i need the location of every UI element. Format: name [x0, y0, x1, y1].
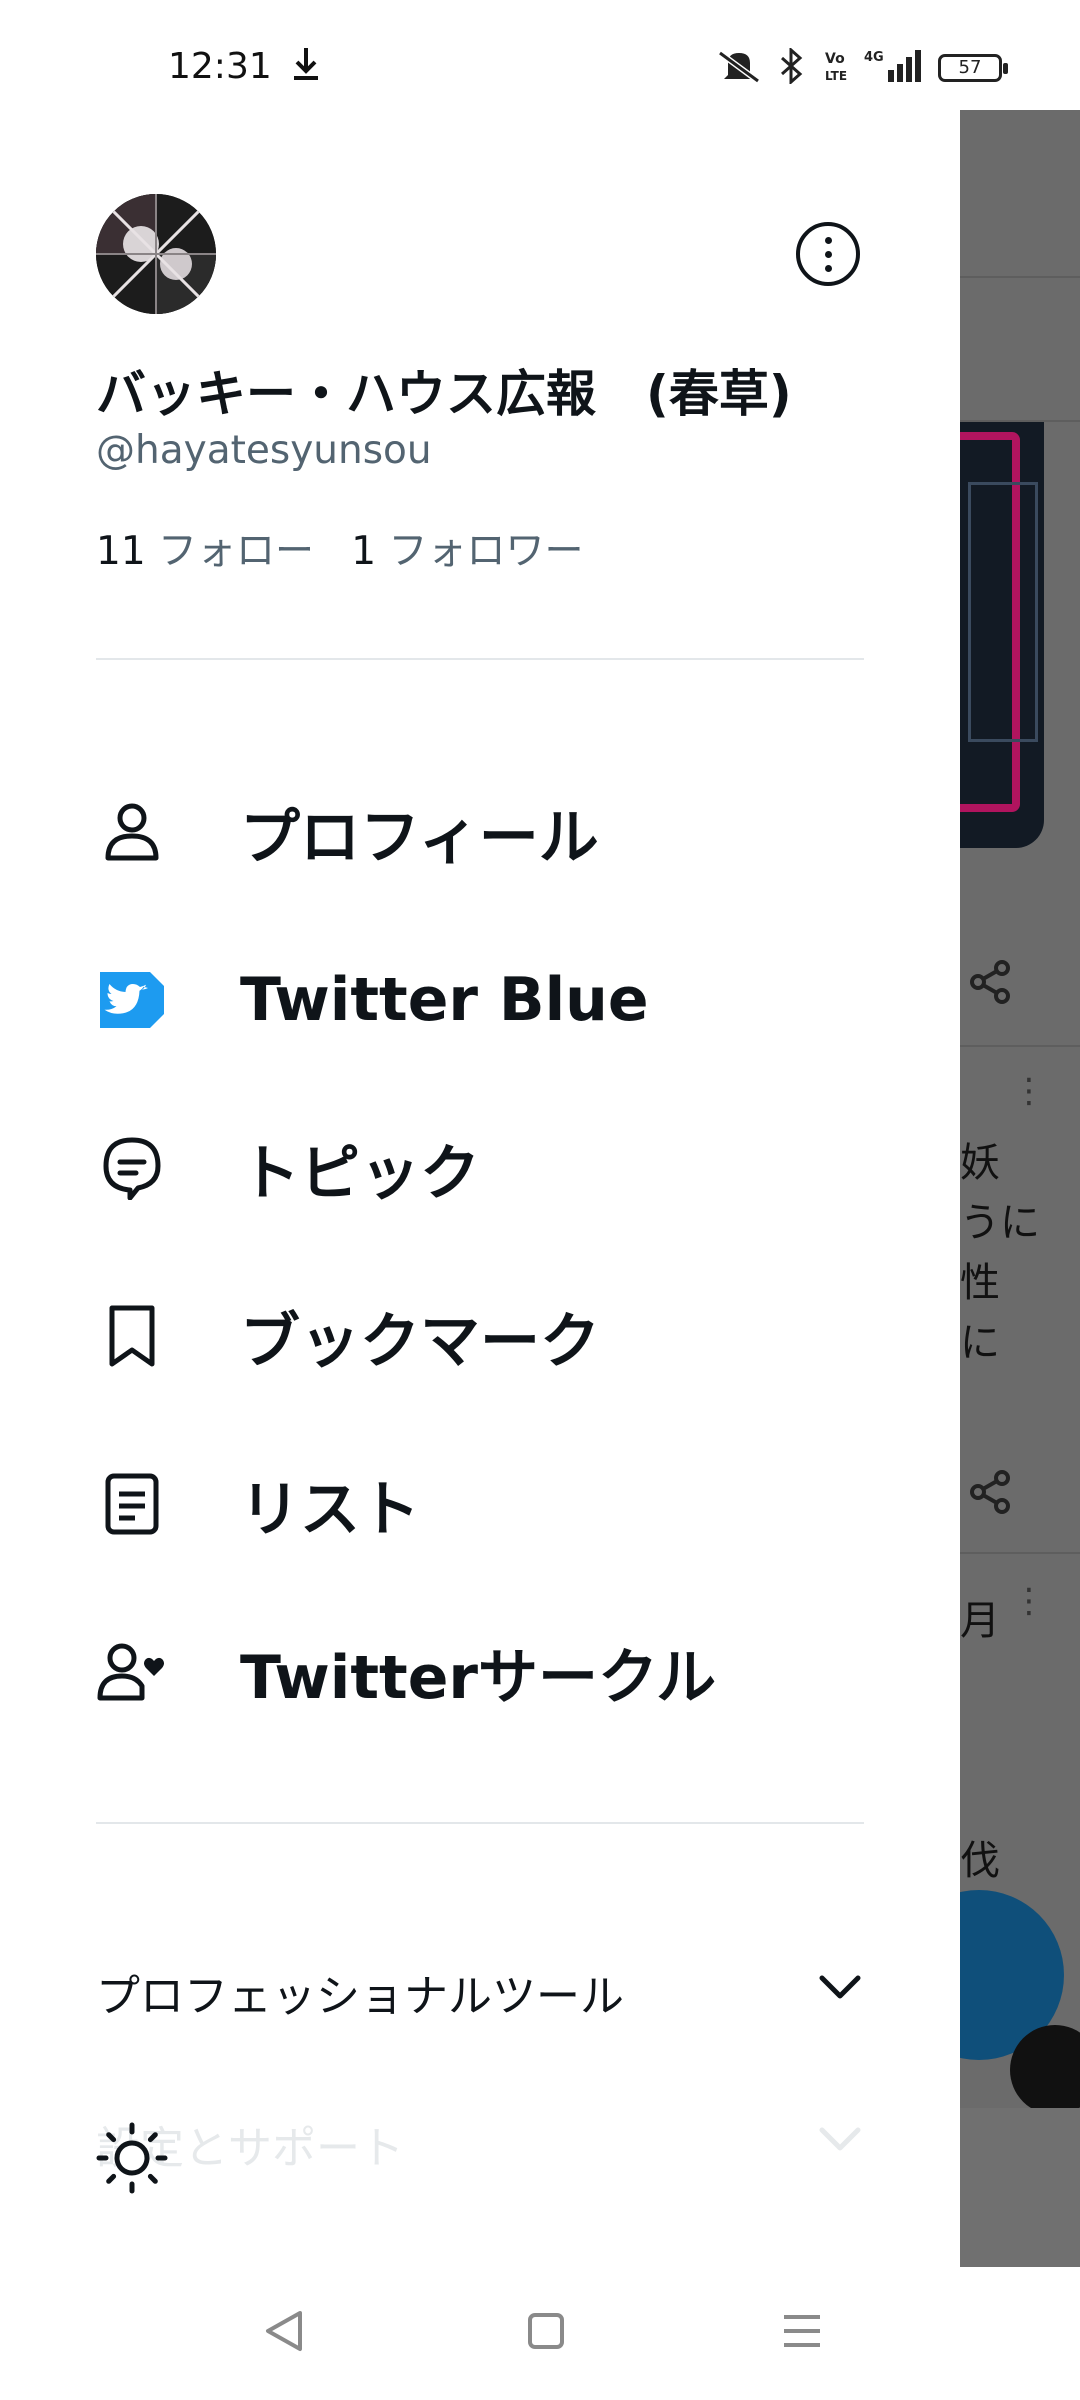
topic-bubble-icon	[96, 1132, 168, 1204]
section-label: プロフェッショナルツール	[96, 1971, 624, 2022]
menu-item-label: トピック	[240, 1138, 480, 1209]
svg-text:4G: 4G	[864, 50, 884, 65]
recents-menu-icon	[784, 2315, 820, 2347]
svg-text:LTE: LTE	[825, 69, 847, 83]
home-button[interactable]	[526, 2311, 566, 2355]
background-text: 伐	[960, 1838, 1000, 1884]
volte-icon: Vo LTE	[824, 48, 850, 88]
more-dots-icon: ⋮	[1012, 1581, 1046, 1621]
back-button[interactable]	[262, 2307, 306, 2359]
background-divider	[960, 1552, 1080, 1554]
section-professional-tools[interactable]: プロフェッショナルツール	[96, 1938, 864, 2038]
followers-link[interactable]: 1 フォロワー	[351, 529, 583, 574]
more-options-button[interactable]	[796, 222, 860, 286]
status-time: 12:31	[168, 46, 272, 87]
background-divider	[960, 276, 1080, 278]
background-bottom-bar	[960, 2108, 1080, 2267]
more-dots-icon: ⋮	[1012, 1071, 1046, 1111]
menu-item-profile[interactable]: プロフィール	[96, 772, 896, 892]
background-text: 妖	[960, 1140, 1000, 1186]
menu-item-label: リスト	[240, 1474, 420, 1545]
status-bar: 12:31 Vo LTE 4G 57	[0, 0, 1080, 110]
menu-item-twitter-circle[interactable]: Twitterサークル	[96, 1612, 896, 1732]
background-divider	[960, 1045, 1080, 1047]
recents-button[interactable]	[782, 2311, 822, 2355]
background-text: に	[960, 1320, 1000, 1366]
menu-item-twitter-blue[interactable]: Twitter Blue	[96, 940, 896, 1060]
list-icon	[96, 1468, 168, 1540]
download-icon	[292, 46, 320, 86]
navigation-drawer: バッキー・ハウス広報 (春草) @hayatesyunsou 11 フォロー 1…	[0, 110, 960, 2267]
svg-text:Vo: Vo	[825, 51, 845, 67]
bookmark-icon	[96, 1300, 168, 1372]
menu-item-bookmarks[interactable]: ブックマーク	[96, 1276, 896, 1396]
4g-signal-icon: 4G	[864, 48, 924, 88]
following-count: 11	[96, 529, 146, 574]
menu-item-label: ブックマーク	[240, 1306, 600, 1377]
display-theme-button[interactable]	[96, 2122, 168, 2194]
menu-item-lists[interactable]: リスト	[96, 1444, 896, 1564]
bluetooth-icon	[776, 46, 810, 88]
circle-people-icon	[96, 1636, 168, 1708]
following-link[interactable]: 11 フォロー	[96, 529, 314, 574]
background-timeline[interactable]: ⋮ 妖 うに 性 に 月 ⋮ 伐	[960, 110, 1080, 2267]
sun-icon	[96, 2122, 168, 2194]
menu-item-topics[interactable]: トピック	[96, 1108, 896, 1228]
followers-label: フォロワー	[388, 529, 584, 574]
share-icon	[968, 1470, 1012, 1524]
following-label: フォロー	[158, 529, 315, 574]
menu-item-label: プロフィール	[240, 802, 599, 873]
status-icons: Vo LTE 4G 57	[716, 46, 1008, 88]
divider	[96, 1822, 864, 1824]
menu-item-label: Twitterサークル	[240, 1642, 717, 1713]
person-icon	[96, 796, 168, 868]
section-settings-support[interactable]: 設定とサポート	[96, 2090, 864, 2190]
chevron-down-icon	[816, 2116, 864, 2168]
system-navigation-bar	[0, 2267, 1080, 2400]
menu-item-label: Twitter Blue	[240, 965, 649, 1035]
avatar[interactable]	[96, 194, 216, 314]
home-square-icon	[528, 2313, 564, 2349]
follow-stats: 11 フォロー 1 フォロワー	[96, 520, 584, 576]
handle: @hayatesyunsou	[96, 428, 432, 473]
background-text: 月	[960, 1598, 1000, 1644]
followers-count: 1	[351, 529, 377, 574]
background-text: うに	[960, 1200, 1040, 1246]
divider	[96, 658, 864, 660]
share-icon	[968, 960, 1012, 1014]
mute-icon	[716, 49, 762, 87]
back-triangle-icon	[266, 2311, 302, 2351]
display-name: バッキー・ハウス広報 (春草)	[96, 365, 792, 423]
chevron-down-icon	[816, 1964, 864, 2016]
twitter-blue-icon	[96, 964, 168, 1036]
background-media	[960, 422, 1044, 848]
battery-icon: 57	[938, 54, 1008, 82]
background-text: 性	[960, 1260, 1000, 1306]
